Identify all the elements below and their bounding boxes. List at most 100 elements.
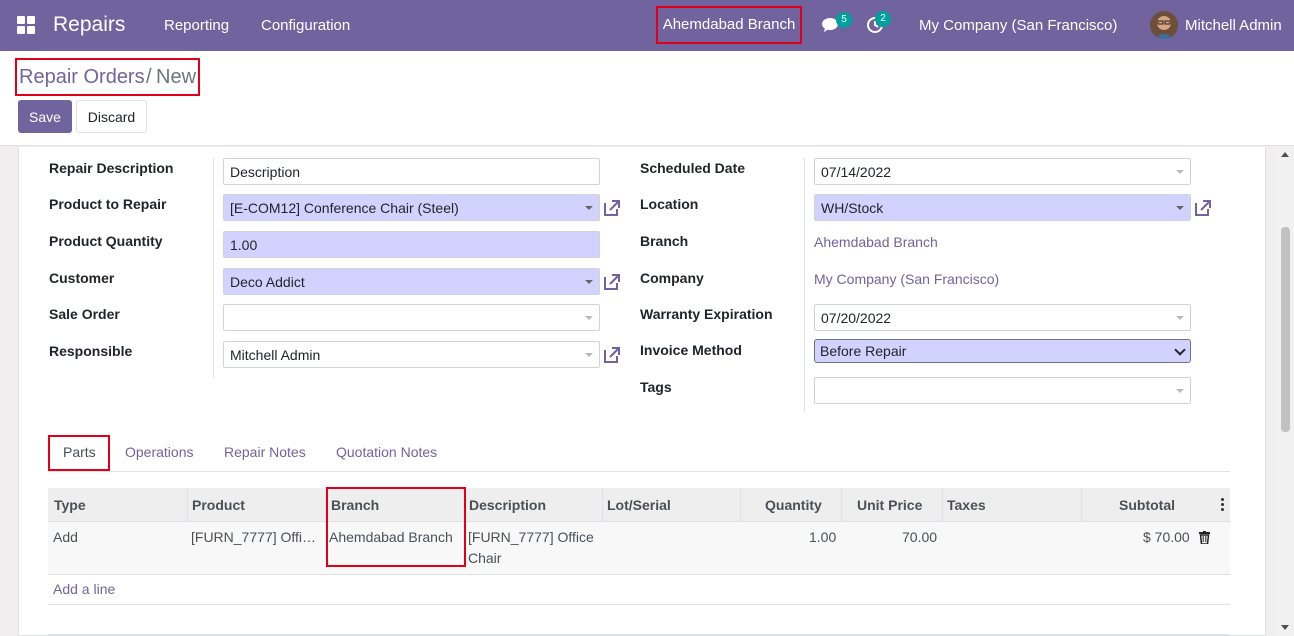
external-link-icon[interactable] xyxy=(602,345,622,365)
cell-quantity[interactable]: 1.00 xyxy=(809,527,836,548)
label-company: Company xyxy=(640,270,704,286)
scheduled-date-field[interactable]: 07/14/2022 xyxy=(814,158,1191,185)
label-repair-description: Repair Description xyxy=(49,160,174,176)
warranty-expiration-field[interactable]: 07/20/2022 xyxy=(814,304,1191,331)
tabs-underline xyxy=(48,471,1230,472)
chevron-down-icon[interactable] xyxy=(1174,344,1186,356)
branch-switcher[interactable]: Ahemdabad Branch xyxy=(656,6,802,44)
label-customer: Customer xyxy=(49,270,115,286)
user-avatar[interactable] xyxy=(1150,11,1178,39)
cell-product[interactable]: [FURN_7777] Offi… xyxy=(191,527,316,548)
product-quantity-input[interactable] xyxy=(223,231,600,258)
chevron-down-icon[interactable] xyxy=(585,353,593,357)
chevron-down-icon[interactable] xyxy=(1176,170,1184,174)
activities-badge: 2 xyxy=(875,11,891,27)
company-value[interactable]: My Company (San Francisco) xyxy=(814,271,999,287)
messages-badge: 5 xyxy=(836,12,852,28)
label-invoice-method: Invoice Method xyxy=(640,342,742,358)
row-divider xyxy=(48,634,1230,635)
chevron-down-icon[interactable] xyxy=(585,316,593,320)
branch-value[interactable]: Ahemdabad Branch xyxy=(814,234,938,250)
chevron-down-icon[interactable] xyxy=(1176,389,1184,393)
column-divider xyxy=(1081,488,1082,522)
column-description[interactable]: Description xyxy=(469,497,546,513)
column-divider xyxy=(187,488,188,522)
app-name[interactable]: Repairs xyxy=(53,13,125,37)
column-divider xyxy=(602,488,603,522)
invoice-method-value: Before Repair xyxy=(820,343,907,359)
add-a-line-link[interactable]: Add a line xyxy=(53,581,115,597)
product-to-repair-value: [E-COM12] Conference Chair (Steel) xyxy=(230,200,459,216)
label-branch: Branch xyxy=(640,233,689,249)
breadcrumb-separator: / xyxy=(146,66,152,88)
breadcrumb: Repair Orders / New xyxy=(15,58,200,96)
scroll-down-icon[interactable] xyxy=(1281,625,1289,630)
column-lot-serial[interactable]: Lot/Serial xyxy=(607,497,671,513)
cell-description[interactable]: [FURN_7777] Office Chair xyxy=(468,527,594,569)
column-unit-price[interactable]: Unit Price xyxy=(857,497,922,513)
company-switcher[interactable]: My Company (San Francisco) xyxy=(919,17,1117,34)
column-subtotal[interactable]: Subtotal xyxy=(1119,497,1175,513)
tab-quotation-notes[interactable]: Quotation Notes xyxy=(336,444,437,460)
repair-description-input[interactable] xyxy=(223,158,600,185)
label-product-to-repair: Product to Repair xyxy=(49,196,167,212)
trash-icon[interactable] xyxy=(1199,531,1210,544)
column-product[interactable]: Product xyxy=(192,497,245,513)
chevron-down-icon[interactable] xyxy=(585,280,593,284)
chevron-down-icon[interactable] xyxy=(585,206,593,210)
product-to-repair-field[interactable]: [E-COM12] Conference Chair (Steel) xyxy=(223,194,600,221)
chevron-down-icon[interactable] xyxy=(1176,206,1184,210)
responsible-field[interactable]: Mitchell Admin xyxy=(223,341,600,368)
label-responsible: Responsible xyxy=(49,343,133,359)
customer-value: Deco Addict xyxy=(230,274,305,290)
branch-column-highlight xyxy=(326,487,466,567)
column-quantity[interactable]: Quantity xyxy=(765,497,822,513)
column-taxes[interactable]: Taxes xyxy=(947,497,986,513)
apps-menu-icon[interactable] xyxy=(17,16,35,34)
cell-description-line2: Chair xyxy=(468,550,502,566)
column-divider xyxy=(841,488,842,522)
cell-subtotal[interactable]: $ 70.00 xyxy=(1143,527,1190,548)
scroll-up-icon[interactable] xyxy=(1281,152,1289,157)
responsible-value: Mitchell Admin xyxy=(230,347,321,363)
warranty-expiration-value: 07/20/2022 xyxy=(821,310,892,326)
invoice-method-select[interactable]: Before Repair xyxy=(814,339,1191,363)
save-button[interactable]: Save xyxy=(18,100,72,133)
menu-reporting[interactable]: Reporting xyxy=(164,17,229,34)
label-location: Location xyxy=(640,196,699,212)
discard-button[interactable]: Discard xyxy=(76,100,147,133)
optional-columns-kebab-icon[interactable] xyxy=(1221,498,1224,512)
control-panel: Repair Orders / New Save Discard xyxy=(0,51,1294,146)
left-group-divider xyxy=(213,158,214,378)
chevron-down-icon[interactable] xyxy=(1176,316,1184,320)
breadcrumb-repair-orders[interactable]: Repair Orders xyxy=(19,66,145,89)
cell-description-line1: [FURN_7777] Office xyxy=(468,529,594,545)
label-tags: Tags xyxy=(640,379,672,395)
external-link-icon[interactable] xyxy=(1193,198,1213,218)
customer-field[interactable]: Deco Addict xyxy=(223,268,600,295)
column-divider xyxy=(740,488,741,522)
label-warranty-expiration: Warranty Expiration xyxy=(640,306,773,322)
external-link-icon[interactable] xyxy=(602,272,622,292)
tab-repair-notes[interactable]: Repair Notes xyxy=(224,444,306,460)
location-field[interactable]: WH/Stock xyxy=(814,194,1191,221)
top-navbar: Repairs Reporting Configuration Ahemdaba… xyxy=(0,0,1294,51)
vertical-scrollbar[interactable] xyxy=(1277,147,1294,636)
scroll-thumb[interactable] xyxy=(1281,227,1290,432)
label-product-quantity: Product Quantity xyxy=(49,233,163,249)
column-type[interactable]: Type xyxy=(54,497,86,513)
tab-parts[interactable]: Parts xyxy=(63,444,96,460)
menu-configuration[interactable]: Configuration xyxy=(261,17,350,34)
external-link-icon[interactable] xyxy=(602,198,622,218)
table-row[interactable]: Add [FURN_7777] Offi… Ahemdabad Branch [… xyxy=(48,522,1230,575)
breadcrumb-current: New xyxy=(156,66,197,88)
label-sale-order: Sale Order xyxy=(49,306,120,322)
column-divider xyxy=(942,488,943,522)
row-divider xyxy=(48,604,1230,605)
tab-operations[interactable]: Operations xyxy=(125,444,193,460)
cell-type[interactable]: Add xyxy=(53,527,78,548)
user-menu[interactable]: Mitchell Admin xyxy=(1185,17,1282,34)
tags-field[interactable] xyxy=(814,377,1191,404)
sale-order-field[interactable] xyxy=(223,304,600,331)
cell-unit-price[interactable]: 70.00 xyxy=(902,527,937,548)
